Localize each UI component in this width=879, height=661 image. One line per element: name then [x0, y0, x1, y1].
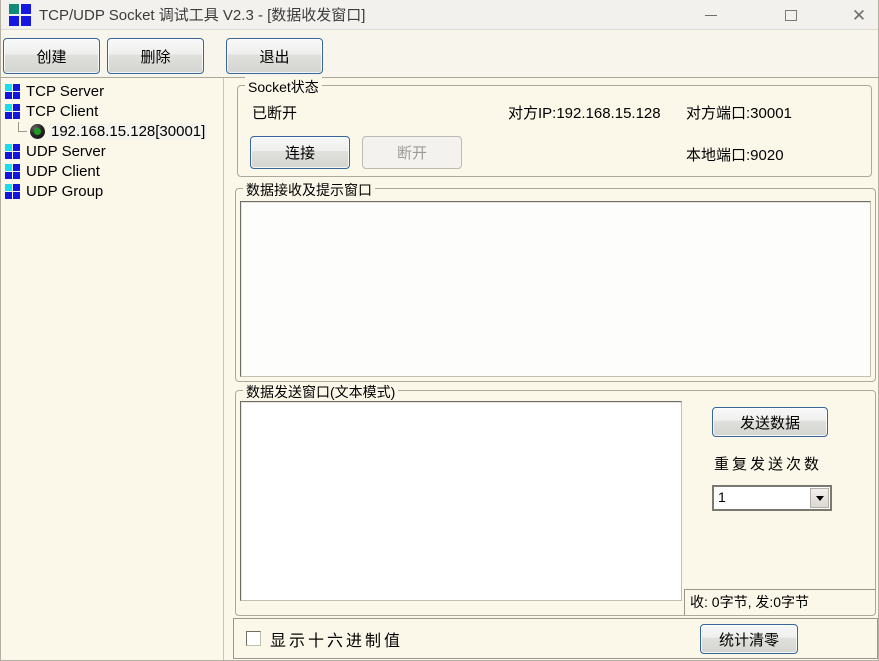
- clear-stats-button[interactable]: 统计清零: [700, 624, 798, 654]
- hex-checkbox-label: 显示十六进制值: [270, 627, 403, 651]
- maximize-button[interactable]: [773, 0, 809, 30]
- connection-status-icon: [30, 124, 45, 139]
- send-group: 数据发送窗口(文本模式) 发送数据 重复发送次数 1 收: 0字节, 发:0字节: [235, 390, 876, 616]
- socket-status-group: Socket状态 已断开 对方IP:192.168.15.128 对方端口:30…: [237, 85, 872, 177]
- tree-elbow-line: [18, 122, 27, 132]
- socket-node-icon: [5, 84, 20, 99]
- chevron-down-icon: [816, 496, 824, 501]
- close-icon: ✕: [852, 7, 866, 24]
- connection-state-text: 已断开: [252, 102, 297, 123]
- tree-item-label: TCP Server: [26, 83, 104, 100]
- repeat-count-value: 1: [718, 489, 726, 505]
- tree-item-udp-server[interactable]: UDP Server: [1, 141, 223, 161]
- connect-button[interactable]: 连接: [250, 136, 350, 169]
- tree-item-tcp-client[interactable]: TCP Client: [1, 101, 223, 121]
- tree-item-tcp-server[interactable]: TCP Server: [1, 81, 223, 101]
- byte-stats-box: 收: 0字节, 发:0字节: [684, 589, 876, 615]
- toolbar: 创建 删除 退出: [1, 31, 878, 78]
- maximize-icon: [785, 10, 797, 21]
- send-textarea[interactable]: [240, 401, 682, 601]
- app-window: TCP/UDP Socket 调试工具 V2.3 - [数据收发窗口] ✕ 创建…: [0, 0, 879, 661]
- disconnect-button: 断开: [362, 136, 462, 169]
- repeat-count-label: 重复发送次数: [714, 453, 822, 474]
- create-button[interactable]: 创建: [3, 38, 100, 74]
- local-port-text: 本地端口:9020: [686, 144, 784, 165]
- delete-button[interactable]: 删除: [107, 38, 204, 74]
- app-icon: [9, 4, 31, 26]
- tree-item-udp-client[interactable]: UDP Client: [1, 161, 223, 181]
- bottom-panel: 显示十六进制值 统计清零: [233, 618, 878, 659]
- repeat-count-combobox[interactable]: 1: [712, 485, 832, 511]
- receive-textarea[interactable]: [240, 201, 871, 377]
- socket-node-icon: [5, 144, 20, 159]
- connection-tree: TCP Server TCP Client 192.168.15.128[300…: [1, 78, 224, 660]
- peer-port-text: 对方端口:30001: [686, 102, 792, 123]
- tree-item-udp-group[interactable]: UDP Group: [1, 181, 223, 201]
- title-bar: TCP/UDP Socket 调试工具 V2.3 - [数据收发窗口] ✕: [1, 0, 878, 30]
- exit-button[interactable]: 退出: [226, 38, 323, 74]
- receive-group-label: 数据接收及提示窗口: [243, 180, 375, 200]
- hex-checkbox-row[interactable]: 显示十六进制值: [246, 619, 403, 658]
- minimize-button[interactable]: [693, 0, 729, 30]
- socket-node-icon: [5, 184, 20, 199]
- tree-item-connection[interactable]: 192.168.15.128[30001]: [1, 121, 223, 141]
- tree-item-label: UDP Server: [26, 143, 106, 160]
- tree-item-label: UDP Group: [26, 183, 103, 200]
- send-data-button[interactable]: 发送数据: [712, 407, 828, 437]
- peer-ip-text: 对方IP:192.168.15.128: [508, 102, 661, 123]
- combobox-dropdown-button[interactable]: [810, 488, 829, 508]
- hex-checkbox[interactable]: [246, 631, 261, 646]
- close-button[interactable]: ✕: [839, 0, 879, 30]
- tree-item-label: TCP Client: [26, 103, 98, 120]
- minimize-icon: [705, 15, 717, 16]
- main-content: Socket状态 已断开 对方IP:192.168.15.128 对方端口:30…: [233, 78, 878, 660]
- socket-node-icon: [5, 104, 20, 119]
- receive-group: 数据接收及提示窗口: [235, 188, 876, 382]
- tree-item-label: UDP Client: [26, 163, 100, 180]
- socket-node-icon: [5, 164, 20, 179]
- tree-item-label: 192.168.15.128[30001]: [49, 123, 207, 140]
- window-title: TCP/UDP Socket 调试工具 V2.3 - [数据收发窗口]: [39, 4, 365, 25]
- socket-status-group-label: Socket状态: [245, 77, 322, 97]
- send-group-label: 数据发送窗口(文本模式): [243, 382, 398, 402]
